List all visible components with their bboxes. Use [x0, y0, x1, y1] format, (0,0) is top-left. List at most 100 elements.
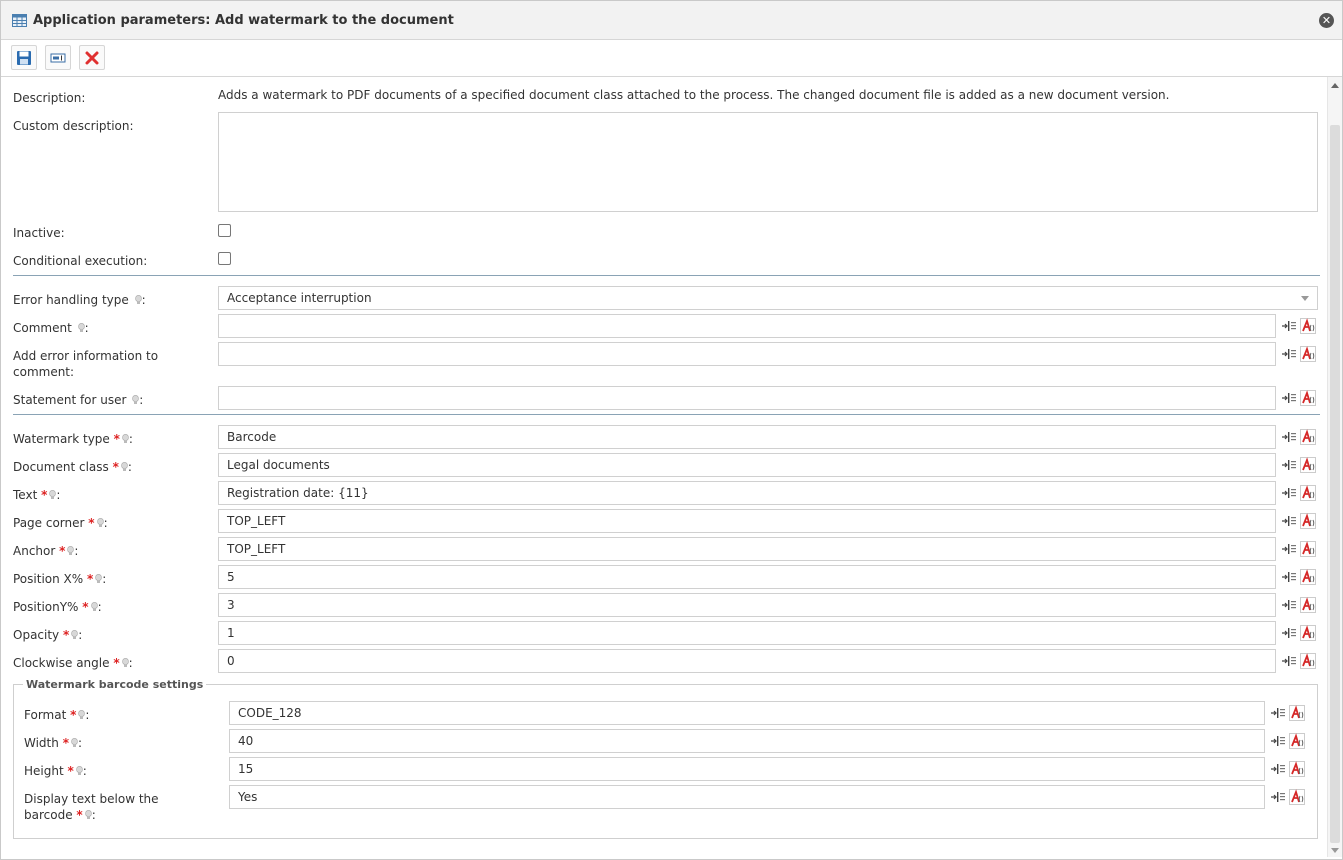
insert-variable-icon[interactable] — [1270, 789, 1286, 805]
field-actions — [1281, 597, 1321, 613]
statement-input[interactable] — [218, 386, 1276, 410]
parameters-button[interactable] — [45, 45, 71, 70]
hint-bulb-icon[interactable] — [122, 658, 129, 668]
field-input[interactable]: 15 — [229, 757, 1265, 781]
field-input[interactable]: 3 — [218, 593, 1276, 617]
hint-bulb-icon[interactable] — [78, 323, 85, 333]
field-input[interactable]: 5 — [218, 565, 1276, 589]
field-input[interactable]: 0 — [218, 649, 1276, 673]
field-input[interactable]: Registration date: {11} — [218, 481, 1276, 505]
required-mark: * — [112, 460, 119, 474]
add-error-info-label-line2: comment: — [13, 365, 75, 379]
field-label-text: Format — [24, 708, 67, 722]
function-editor-icon[interactable] — [1300, 513, 1316, 529]
function-editor-icon[interactable] — [1300, 569, 1316, 585]
insert-variable-icon[interactable] — [1281, 541, 1297, 557]
inactive-checkbox[interactable] — [218, 224, 231, 237]
hint-bulb-icon[interactable] — [121, 462, 128, 472]
field-input[interactable]: TOP_LEFT — [218, 537, 1276, 561]
scroll-down-arrow-icon[interactable] — [1331, 848, 1339, 853]
error-handling-select[interactable]: Acceptance interruption — [218, 286, 1318, 310]
comment-actions — [1281, 318, 1321, 334]
insert-variable-icon[interactable] — [1270, 761, 1286, 777]
vertical-scrollbar[interactable] — [1327, 77, 1342, 857]
field-label: Anchor *: — [13, 543, 78, 559]
label-colon: : — [77, 736, 83, 750]
function-editor-icon[interactable] — [1300, 597, 1316, 613]
insert-variable-icon[interactable] — [1281, 457, 1297, 473]
label-colon: : — [103, 516, 108, 530]
function-editor-icon[interactable] — [1289, 705, 1305, 721]
function-editor-icon[interactable] — [1289, 733, 1305, 749]
function-editor-icon[interactable] — [1289, 789, 1305, 805]
insert-variable-icon[interactable] — [1270, 733, 1286, 749]
hint-bulb-icon[interactable] — [76, 766, 83, 776]
insert-variable-icon[interactable] — [1281, 429, 1297, 445]
insert-variable-icon[interactable] — [1281, 513, 1297, 529]
scroll-up-arrow-icon[interactable] — [1331, 83, 1339, 88]
function-editor-icon[interactable] — [1300, 541, 1316, 557]
field-input[interactable]: CODE_128 — [229, 701, 1265, 725]
function-editor-icon[interactable] — [1289, 761, 1305, 777]
toolbar — [1, 40, 1342, 77]
display-text-label-line1: Display text below the — [24, 792, 159, 806]
section-divider — [13, 275, 1320, 276]
function-editor-icon[interactable] — [1300, 429, 1316, 445]
delete-button[interactable] — [79, 45, 105, 70]
function-editor-icon[interactable] — [1300, 318, 1316, 334]
insert-variable-icon[interactable] — [1281, 390, 1297, 406]
add-error-info-actions — [1281, 346, 1321, 362]
hint-bulb-icon[interactable] — [85, 810, 92, 820]
comment-input[interactable] — [218, 314, 1276, 338]
close-button[interactable]: ✕ — [1319, 13, 1334, 28]
function-editor-icon[interactable] — [1300, 653, 1316, 669]
insert-variable-icon[interactable] — [1281, 653, 1297, 669]
field-input[interactable]: 1 — [218, 621, 1276, 645]
field-label: Watermark type *: — [13, 431, 133, 447]
field-label-text: Position X% — [13, 572, 84, 586]
field-actions — [1281, 457, 1321, 473]
hint-bulb-icon[interactable] — [122, 434, 129, 444]
field-input[interactable]: Legal documents — [218, 453, 1276, 477]
field-input[interactable]: 40 — [229, 729, 1265, 753]
table-icon — [12, 13, 27, 27]
insert-variable-icon[interactable] — [1270, 705, 1286, 721]
conditional-execution-checkbox[interactable] — [218, 252, 231, 265]
function-editor-icon[interactable] — [1300, 346, 1316, 362]
inactive-label: Inactive: — [13, 226, 65, 240]
insert-variable-icon[interactable] — [1281, 318, 1297, 334]
add-error-info-input[interactable] — [218, 342, 1276, 366]
function-editor-icon[interactable] — [1300, 457, 1316, 473]
function-editor-icon[interactable] — [1300, 485, 1316, 501]
insert-variable-icon[interactable] — [1281, 597, 1297, 613]
function-editor-icon[interactable] — [1300, 625, 1316, 641]
field-input[interactable]: Barcode — [218, 425, 1276, 449]
scrollbar-thumb[interactable] — [1330, 125, 1340, 843]
hint-bulb-icon[interactable] — [91, 602, 98, 612]
statement-actions — [1281, 390, 1321, 406]
insert-variable-icon[interactable] — [1281, 569, 1297, 585]
insert-variable-icon[interactable] — [1281, 346, 1297, 362]
save-button[interactable] — [11, 45, 37, 70]
display-text-actions — [1270, 789, 1310, 805]
hint-bulb-icon[interactable] — [97, 518, 104, 528]
application-parameters-dialog: Application parameters: Add watermark to… — [0, 0, 1343, 860]
custom-description-textarea[interactable] — [218, 112, 1318, 212]
description-label: Description: — [13, 91, 86, 105]
display-text-input[interactable]: Yes — [229, 785, 1265, 809]
label-colon: : — [127, 460, 132, 474]
field-label-text: Height — [24, 764, 64, 778]
insert-variable-icon[interactable] — [1281, 625, 1297, 641]
field-actions — [1281, 569, 1321, 585]
field-label: Position X% *: — [13, 571, 106, 587]
insert-variable-icon[interactable] — [1281, 485, 1297, 501]
delete-icon — [85, 51, 99, 64]
hint-bulb-icon[interactable] — [71, 738, 78, 748]
field-input[interactable]: TOP_LEFT — [218, 509, 1276, 533]
label-colon: : — [139, 393, 144, 407]
function-editor-icon[interactable] — [1300, 390, 1316, 406]
field-actions — [1281, 429, 1321, 445]
comment-label: Comment : — [13, 320, 89, 336]
hint-bulb-icon[interactable] — [135, 295, 142, 305]
field-label: Opacity *: — [13, 627, 82, 643]
